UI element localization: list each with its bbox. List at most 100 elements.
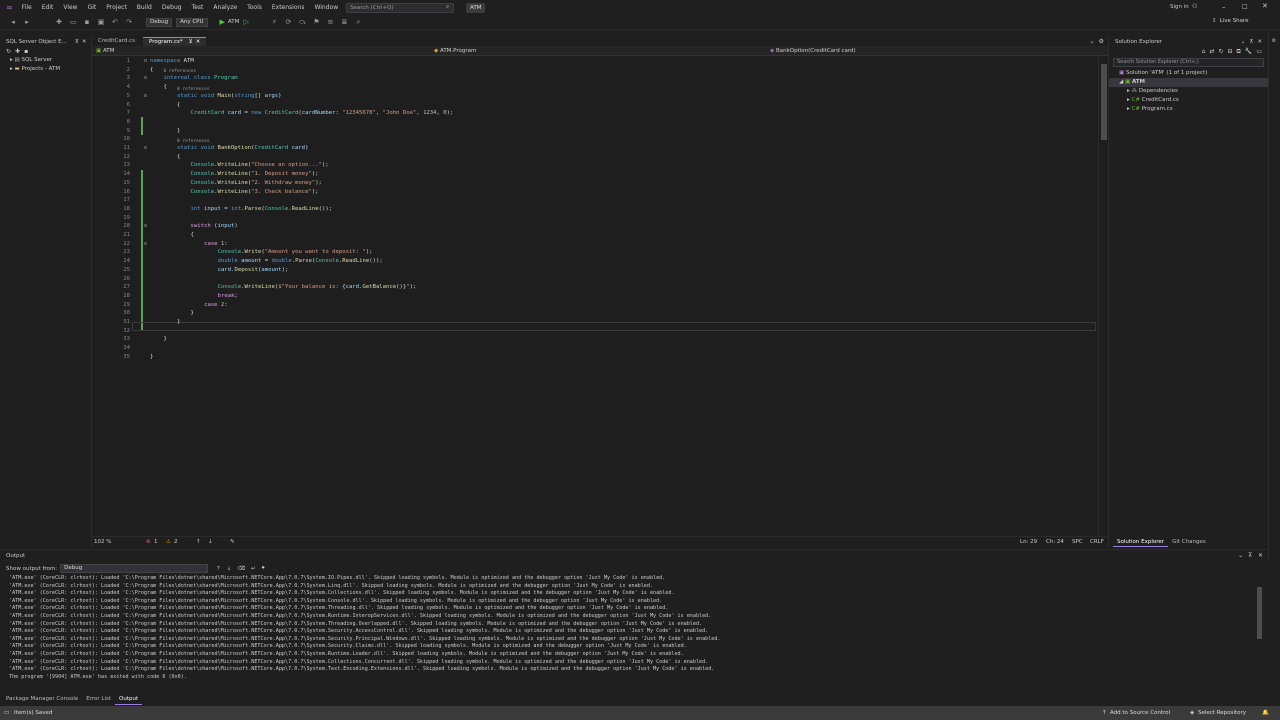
tab-creditcard[interactable]: CreditCard.cs [92, 37, 141, 46]
step-over-icon[interactable]: ⤼ [297, 18, 307, 27]
code-line[interactable]: 30} [92, 309, 1098, 318]
back-icon[interactable]: ◂ [8, 18, 18, 27]
code-editor[interactable]: 1 ⊟ namespace ATM 2{3 ⊟ 0 references internal … [92, 56, 1098, 536]
panel-menu-icon[interactable]: ⌄ [1241, 37, 1246, 47]
save-icon[interactable]: ▪ [82, 18, 92, 27]
tab-package-manager-console[interactable]: Package Manager Console [2, 694, 82, 705]
fold-toggle-icon[interactable]: ⊟ [144, 222, 147, 231]
tree-item-sql-server[interactable]: ▸ ▤ SQL Server [0, 56, 91, 65]
scroll-thumb[interactable] [1257, 587, 1262, 639]
code-line[interactable]: 31} [92, 318, 1098, 327]
error-count[interactable]: 1 [154, 539, 158, 545]
code-line[interactable]: 28 break; [92, 292, 1098, 301]
code-line[interactable]: 18 int input = int.Parse(Console.ReadLine… [92, 205, 1098, 214]
open-file-icon[interactable]: ▭ [68, 18, 78, 27]
sync-icon[interactable]: ↻ [1218, 48, 1223, 55]
bookmark-icon[interactable]: ⚑ [311, 18, 321, 27]
code-line[interactable]: 9} [92, 127, 1098, 136]
zoom-level[interactable]: 102 % [94, 539, 111, 545]
stop-icon[interactable]: ▪ [24, 48, 28, 55]
minimize-icon[interactable]: – [1222, 3, 1226, 11]
code-line[interactable]: 23 Console.Write("Amount you want to depo… [92, 248, 1098, 257]
output-source-select[interactable]: Debug [60, 564, 209, 573]
codelens-references[interactable]: 0 references [177, 86, 210, 95]
line-number[interactable]: Ln: 29 [1020, 539, 1037, 545]
code-line[interactable]: 25 card.Deposit(amount); [92, 266, 1098, 275]
codelens-references[interactable]: 0 references [164, 68, 197, 77]
menu-item-test[interactable]: Test [187, 0, 209, 15]
code-cleanup-icon[interactable]: ✎ [230, 539, 235, 545]
close-panel-icon[interactable]: ✕ [1258, 552, 1263, 559]
whitespace-mode[interactable]: SPC [1072, 539, 1083, 545]
code-line[interactable]: 34 [92, 344, 1098, 353]
new-project-icon[interactable]: ✚ [54, 18, 64, 27]
menu-item-window[interactable]: Window [309, 0, 343, 15]
platform-select[interactable]: Any CPU [176, 17, 208, 27]
menu-item-edit[interactable]: Edit [37, 0, 59, 15]
code-line[interactable]: 15 Console.WriteLine("2. Withdraw money")… [92, 179, 1098, 188]
tree-item-project[interactable]: ◢ ▣ ATM [1109, 78, 1268, 87]
tab-git-changes[interactable]: Git Changes [1168, 538, 1210, 547]
code-line[interactable]: 13 Console.WriteLine("Choose an option...… [92, 161, 1098, 170]
code-line[interactable]: 12 { [92, 153, 1098, 162]
forward-icon[interactable]: ▸ [22, 18, 32, 27]
search-icon[interactable]: ⌕ [446, 3, 449, 11]
preview-icon[interactable]: ▭ [1256, 48, 1262, 55]
code-line[interactable]: 29 case 2: [92, 301, 1098, 310]
switch-views-icon[interactable]: ⇄ [1209, 48, 1214, 55]
menu-item-git[interactable]: Git [83, 0, 102, 15]
code-line[interactable]: 17 [92, 196, 1098, 205]
redo-icon[interactable]: ↷ [124, 18, 134, 27]
column-number[interactable]: Ch: 24 [1046, 539, 1064, 545]
code-line[interactable]: 35} [92, 353, 1098, 362]
code-line[interactable]: 6{ [92, 101, 1098, 110]
browser-link-icon[interactable]: ⟳ [283, 18, 293, 27]
code-line[interactable]: 20 ⊟ switch (input) [92, 222, 1098, 231]
notifications-icon[interactable]: 🔔 [1262, 706, 1269, 720]
code-line[interactable]: 11 ⊟ 0 references static void BankOption(Cr… [92, 139, 1098, 153]
start-debug-icon[interactable]: ▶ [220, 18, 225, 26]
live-share-button[interactable]: ⇪ Live Share [1212, 18, 1248, 24]
tree-item-program[interactable]: ▸ C# Program.cs [1109, 105, 1268, 114]
code-line[interactable]: 14 Console.WriteLine("1. Deposit money"); [92, 170, 1098, 179]
uncomment-icon[interactable]: ≣ [339, 18, 349, 27]
code-line[interactable]: 32 [92, 327, 1098, 336]
menu-item-extensions[interactable]: Extensions [267, 0, 310, 15]
menu-item-debug[interactable]: Debug [157, 0, 187, 15]
code-line[interactable]: 16 Console.WriteLine("3. Check balance"); [92, 188, 1098, 197]
output-text[interactable]: 'ATM.exe' (CoreCLR: clrhost): Loaded 'C:… [9, 575, 1249, 683]
fold-toggle-icon[interactable]: ⊟ [144, 74, 147, 83]
menu-item-project[interactable]: Project [101, 0, 132, 15]
code-line[interactable]: 4{ [92, 83, 1098, 92]
code-line[interactable]: 27 Console.WriteLine($"Your balance is: {… [92, 283, 1098, 292]
sign-in-link[interactable]: Sign in [1170, 4, 1189, 10]
save-all-icon[interactable]: ▣ [96, 18, 106, 27]
find-message-icon[interactable]: ⇡ [216, 566, 221, 572]
code-line[interactable]: 22 ⊟ case 1: [92, 240, 1098, 249]
code-line[interactable]: 3 ⊟ 0 references internal class Program [92, 69, 1098, 83]
tab-solution-explorer[interactable]: Solution Explorer [1113, 538, 1169, 547]
code-line[interactable]: 7 CreditCard card = new CreditCard(cardNu… [92, 109, 1098, 118]
account-icon[interactable]: ⚇ [1192, 3, 1197, 10]
tree-item-solution[interactable]: ▣ Solution 'ATM' (1 of 1 project) [1109, 69, 1268, 78]
menu-item-file[interactable]: File [17, 0, 37, 15]
line-endings[interactable]: CRLF [1090, 539, 1104, 545]
error-icon[interactable]: ⊗ [146, 539, 151, 545]
tab-error-list[interactable]: Error List [82, 694, 115, 705]
close-panel-icon[interactable]: ✕ [82, 37, 87, 47]
show-all-icon[interactable]: ⧉ [1237, 48, 1241, 56]
collapse-all-icon[interactable]: ⊟ [1228, 48, 1233, 55]
codelens-references[interactable]: 0 references [177, 138, 210, 147]
close-icon[interactable]: ✕ [1262, 2, 1268, 10]
comment-icon[interactable]: ≡ [325, 18, 335, 27]
search-input[interactable]: Search (Ctrl+Q) [346, 3, 454, 13]
configuration-select[interactable]: Debug [146, 17, 173, 27]
pin-icon[interactable]: ⊼ [1249, 37, 1253, 47]
home-icon[interactable]: ⌂ [1202, 48, 1206, 55]
code-line[interactable]: 10 [92, 135, 1098, 144]
fold-toggle-icon[interactable]: ⊟ [144, 144, 147, 153]
start-debug-button[interactable]: ATM [228, 19, 239, 25]
menu-item-tools[interactable]: Tools [242, 0, 267, 15]
start-without-debug-icon[interactable]: ▷ [241, 18, 251, 27]
select-repository-button[interactable]: Select Repository [1198, 706, 1246, 720]
